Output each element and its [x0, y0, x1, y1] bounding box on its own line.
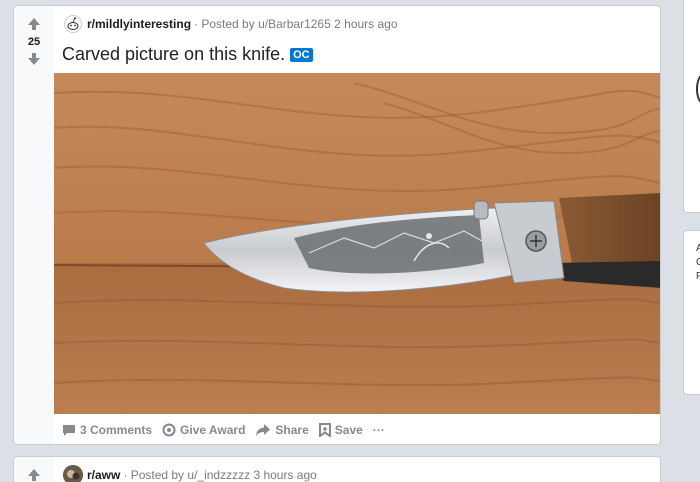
post-meta: r/aww · Posted by u/_indzzzzz 3 hours ag…: [63, 465, 317, 482]
sidebar-card-icon: [696, 74, 700, 104]
vote-column: [14, 457, 54, 482]
comments-button[interactable]: 3 Comments: [62, 423, 152, 437]
comment-icon: [63, 425, 75, 436]
save-icon: [318, 423, 331, 437]
save-button[interactable]: Save: [318, 423, 363, 437]
post-image[interactable]: [54, 73, 660, 414]
sidebar-card: [683, 0, 700, 213]
subreddit-icon[interactable]: [63, 14, 83, 34]
share-label: Share: [275, 423, 309, 437]
award-icon: [162, 423, 176, 437]
post-content: r/mildlyinteresting · Posted by u/Barbar…: [54, 6, 660, 444]
post-title[interactable]: Carved picture on this knife. OC: [62, 44, 313, 65]
sidebar-card-text: C: [696, 257, 700, 268]
share-icon: [256, 424, 271, 436]
vote-column: 25: [14, 6, 54, 444]
save-label: Save: [334, 423, 363, 437]
post-content: r/aww · Posted by u/_indzzzzz 3 hours ag…: [54, 457, 660, 482]
post-time: 2 hours ago: [334, 17, 398, 31]
share-button[interactable]: Share: [255, 423, 309, 437]
sidebar-card-text: F: [696, 271, 700, 282]
comments-label: 3 Comments: [80, 423, 153, 437]
subreddit-link[interactable]: r/mildlyinteresting: [87, 17, 191, 31]
post-meta: r/mildlyinteresting · Posted by u/Barbar…: [63, 14, 398, 34]
knife-photo: [54, 73, 660, 414]
oc-flair-badge: OC: [290, 47, 313, 62]
more-options-icon: ···: [372, 423, 385, 437]
post-time: 3 hours ago: [253, 468, 317, 482]
upvote-icon[interactable]: [24, 467, 44, 482]
post-card[interactable]: r/aww · Posted by u/_indzzzzz 3 hours ag…: [13, 456, 661, 482]
post-title-text: Carved picture on this knife.: [62, 44, 286, 64]
give-award-label: Give Award: [180, 423, 246, 437]
posted-by[interactable]: · Posted by u/Barbar1265: [194, 17, 331, 31]
give-award-button[interactable]: Give Award: [162, 423, 245, 437]
downvote-icon[interactable]: [24, 51, 44, 67]
posted-by[interactable]: · Posted by u/_indzzzzz: [123, 468, 250, 482]
post-actions-bar: 3 Comments Give Award Share Save ···: [62, 419, 395, 441]
subreddit-link[interactable]: r/aww: [87, 468, 120, 482]
upvote-icon[interactable]: [24, 16, 44, 32]
sidebar-card: A C F: [683, 230, 700, 395]
sidebar-card-text: A: [696, 243, 700, 254]
more-options-button[interactable]: ···: [373, 423, 385, 437]
vote-score: 25: [27, 36, 41, 48]
subreddit-icon[interactable]: [63, 465, 83, 482]
post-card[interactable]: 25 r/mildlyinteresting · Posted by u/Bar…: [13, 5, 661, 445]
